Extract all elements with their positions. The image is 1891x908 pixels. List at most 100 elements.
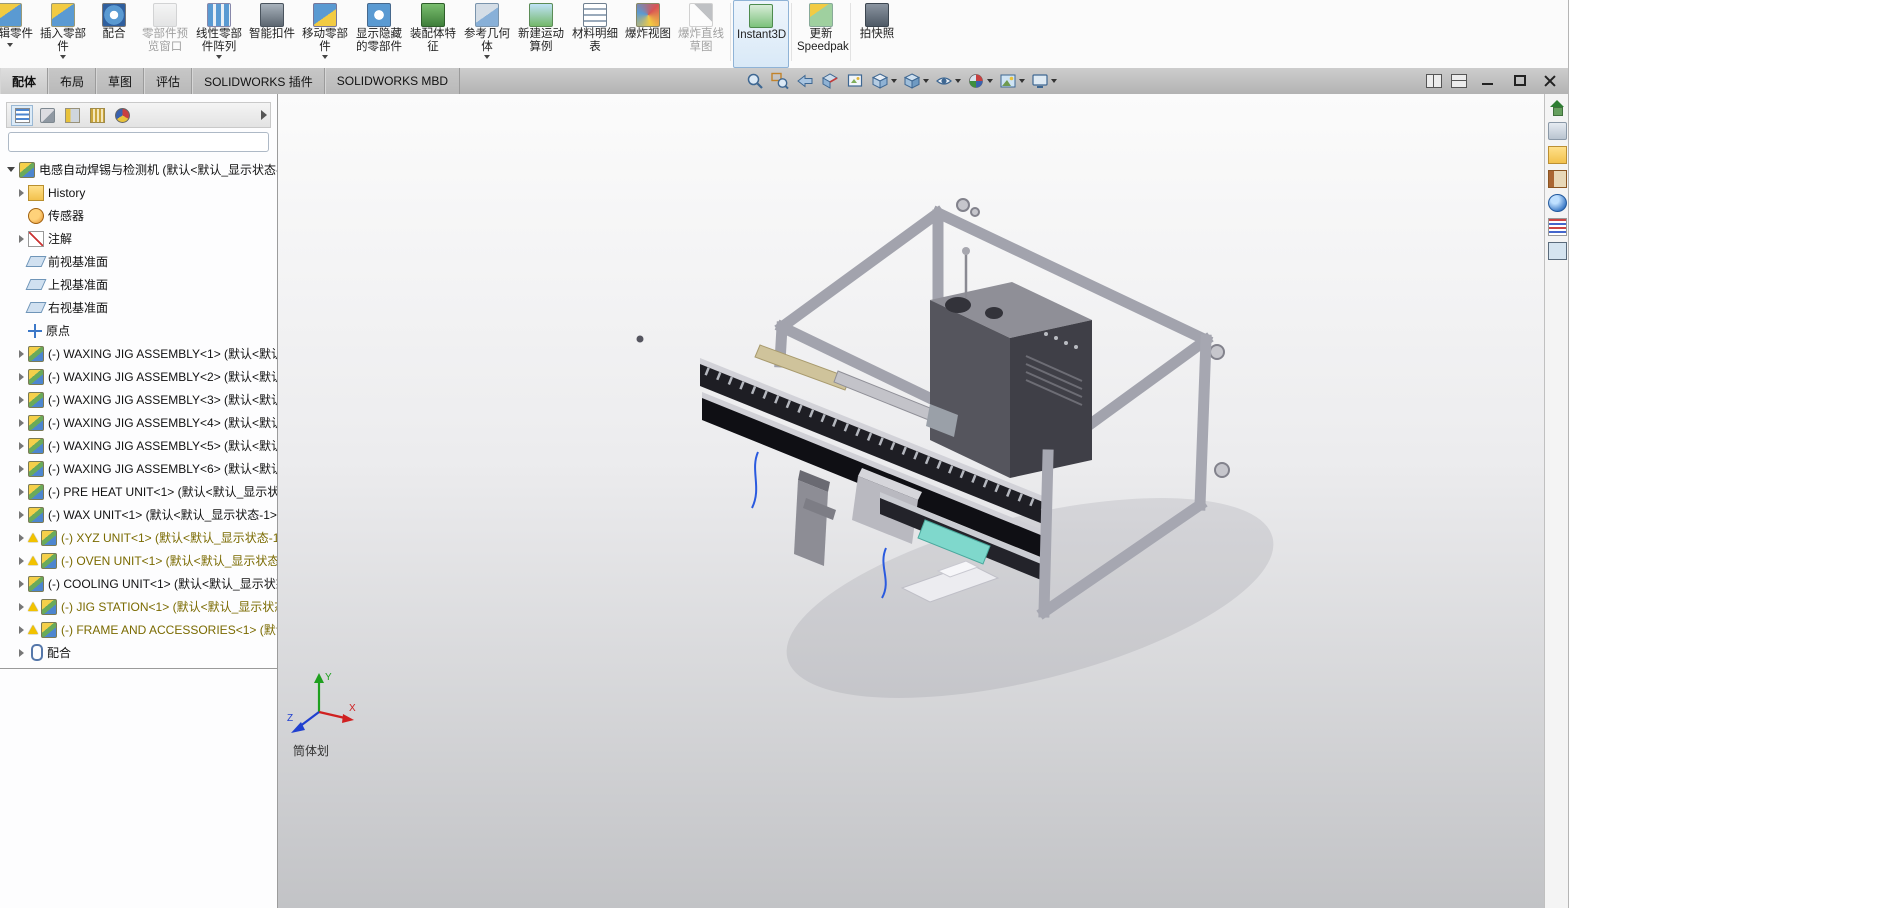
tab-草图[interactable]: 草图: [96, 68, 144, 94]
ribbon-button-linear-pattern[interactable]: 线性零部件阵列: [192, 0, 246, 60]
ribbon-button-show-hidden-components[interactable]: 显示隐藏的零部件: [352, 0, 406, 54]
expander-icon[interactable]: [19, 603, 24, 611]
tree-item[interactable]: 配合: [0, 641, 277, 664]
expander-icon[interactable]: [19, 557, 24, 565]
zoom-area-button[interactable]: [770, 71, 790, 91]
ribbon-button-component-preview[interactable]: 零部件预览窗口: [138, 0, 192, 54]
tab-SOLIDWORKS 插件[interactable]: SOLIDWORKS 插件: [192, 68, 325, 94]
tree-item[interactable]: (-) XYZ UNIT<1> (默认<默认_显示状态-1:: [0, 526, 277, 549]
mid-tower-unit[interactable]: [794, 470, 836, 566]
expander-icon[interactable]: [19, 350, 24, 358]
tree-item[interactable]: (-) WAXING JIG ASSEMBLY<6> (默认<默认_: [0, 457, 277, 480]
tree-item[interactable]: (-) COOLING UNIT<1> (默认<默认_显示状态-: [0, 572, 277, 595]
solidworks-resources-icon[interactable]: [1548, 122, 1567, 140]
propertymanager-tab[interactable]: [36, 105, 58, 126]
3d-drawing-view-button[interactable]: [845, 71, 865, 91]
expander-icon[interactable]: [19, 235, 24, 243]
tree-item[interactable]: 右视基准面: [0, 296, 277, 319]
apply-scene-button[interactable]: [998, 71, 1025, 91]
hide-show-items-button[interactable]: [934, 71, 961, 91]
expander-icon[interactable]: [19, 396, 24, 404]
file-explorer-icon[interactable]: [1548, 170, 1567, 188]
ribbon-button-instant3d[interactable]: Instant3D: [733, 0, 789, 68]
expander-icon[interactable]: [19, 189, 24, 197]
split-pane-icon[interactable]: [1426, 74, 1442, 88]
ribbon-button-exploded-view[interactable]: 爆炸视图: [622, 0, 674, 42]
ribbon-button-explode-line-sketch[interactable]: 爆炸直线草图: [674, 0, 728, 54]
tab-布局[interactable]: 布局: [48, 68, 96, 94]
tree-item[interactable]: 注解: [0, 227, 277, 250]
tab-评估[interactable]: 评估: [144, 68, 192, 94]
tree-item[interactable]: (-) FRAME AND ACCESSORIES<1> (默认: [0, 618, 277, 641]
expander-icon[interactable]: [19, 626, 24, 634]
tree-item[interactable]: 上视基准面: [0, 273, 277, 296]
expander-icon[interactable]: [19, 465, 24, 473]
expander-icon[interactable]: [19, 419, 24, 427]
tree-item[interactable]: (-) WAXING JIG ASSEMBLY<1> (默认<默认_: [0, 342, 277, 365]
electrical-cabinet[interactable]: [930, 247, 1092, 478]
ribbon-button-insert-component[interactable]: 插入零部件: [36, 0, 90, 60]
assembly-icon: [28, 576, 44, 592]
new-window-pane-icon[interactable]: [1451, 74, 1467, 88]
home-icon[interactable]: [1549, 100, 1566, 116]
ribbon-button-mate[interactable]: 配合: [90, 0, 138, 42]
design-library-icon[interactable]: [1548, 146, 1567, 164]
expander-icon[interactable]: [19, 511, 24, 519]
tree-item[interactable]: (-) OVEN UNIT<1> (默认<默认_显示状态-: [0, 549, 277, 572]
ribbon-button-take-snapshot[interactable]: 拍快照: [853, 0, 901, 42]
ribbon-button-edit-component[interactable]: 编辑零件: [0, 0, 36, 48]
expander-icon[interactable]: [19, 534, 24, 542]
dimxpertmanager-tab[interactable]: [86, 105, 108, 126]
display-style-button[interactable]: [902, 71, 929, 91]
configurationmanager-tab[interactable]: [61, 105, 83, 126]
ribbon-button-new-motion-study[interactable]: 新建运动算例: [514, 0, 568, 54]
expander-icon[interactable]: [19, 649, 24, 657]
expander-icon[interactable]: [19, 442, 24, 450]
ribbon-button-smart-fasteners[interactable]: 智能扣件: [246, 0, 298, 42]
tab-SOLIDWORKS MBD[interactable]: SOLIDWORKS MBD: [325, 68, 460, 94]
ribbon-button-reference-geometry[interactable]: 参考几何体: [460, 0, 514, 60]
appearances-scenes-icon[interactable]: [1548, 218, 1567, 236]
tree-item-label: (-) OVEN UNIT<1> (默认<默认_显示状态-: [61, 552, 277, 569]
tree-item[interactable]: (-) WAXING JIG ASSEMBLY<3> (默认<默认_: [0, 388, 277, 411]
model-3d[interactable]: [560, 150, 1280, 720]
edit-appearance-button[interactable]: [966, 71, 993, 91]
tree-item[interactable]: 原点: [0, 319, 277, 342]
tree-item[interactable]: (-) WAXING JIG ASSEMBLY<5> (默认<默认_: [0, 434, 277, 457]
tab-配体[interactable]: 配体: [0, 68, 48, 94]
floating-screw[interactable]: [637, 336, 644, 343]
expander-icon[interactable]: [7, 167, 15, 172]
tree-item[interactable]: (-) WAXING JIG ASSEMBLY<2> (默认<默认_: [0, 365, 277, 388]
ribbon-button-bill-of-materials[interactable]: 材料明细表: [568, 0, 622, 54]
tree-item[interactable]: History: [0, 181, 277, 204]
restore-button[interactable]: [1509, 73, 1529, 88]
tree-item[interactable]: (-) PRE HEAT UNIT<1> (默认<默认_显示状态: [0, 480, 277, 503]
displaymanager-tab[interactable]: [111, 105, 133, 126]
panel-expand-arrow-icon[interactable]: [261, 110, 267, 120]
minimize-button[interactable]: [1478, 73, 1498, 88]
view-orientation-button[interactable]: [870, 71, 897, 91]
previous-view-button[interactable]: [795, 71, 815, 91]
tree-item[interactable]: 传感器: [0, 204, 277, 227]
tree-item[interactable]: (-) WAXING JIG ASSEMBLY<4> (默认<默认_: [0, 411, 277, 434]
zoom-fit-icon: [745, 71, 765, 91]
expander-icon[interactable]: [19, 373, 24, 381]
graphics-viewport[interactable]: Y X Z 筒体划: [277, 94, 1544, 908]
featuremanager-design-tree-tab[interactable]: [11, 105, 33, 126]
ribbon-button-update-speedpak[interactable]: 更新Speedpak: [794, 0, 848, 54]
tree-item[interactable]: (-) WAX UNIT<1> (默认<默认_显示状态-1>): [0, 503, 277, 526]
view-settings-button[interactable]: [1030, 71, 1057, 91]
expander-icon[interactable]: [19, 488, 24, 496]
tree-item[interactable]: 电感自动焊锡与检测机 (默认<默认_显示状态-1>): [0, 158, 277, 181]
close-button[interactable]: [1540, 73, 1560, 88]
custom-properties-icon[interactable]: [1548, 242, 1567, 260]
tree-filter-box[interactable]: [8, 132, 269, 152]
ribbon-button-assembly-features[interactable]: 装配体特征: [406, 0, 460, 54]
section-view-button[interactable]: [820, 71, 840, 91]
zoom-fit-button[interactable]: [745, 71, 765, 91]
tree-item[interactable]: (-) JIG STATION<1> (默认<默认_显示状态: [0, 595, 277, 618]
expander-icon[interactable]: [19, 580, 24, 588]
3d-contentcentral-icon[interactable]: [1548, 194, 1567, 212]
ribbon-button-move-component[interactable]: 移动零部件: [298, 0, 352, 60]
tree-item[interactable]: 前视基准面: [0, 250, 277, 273]
